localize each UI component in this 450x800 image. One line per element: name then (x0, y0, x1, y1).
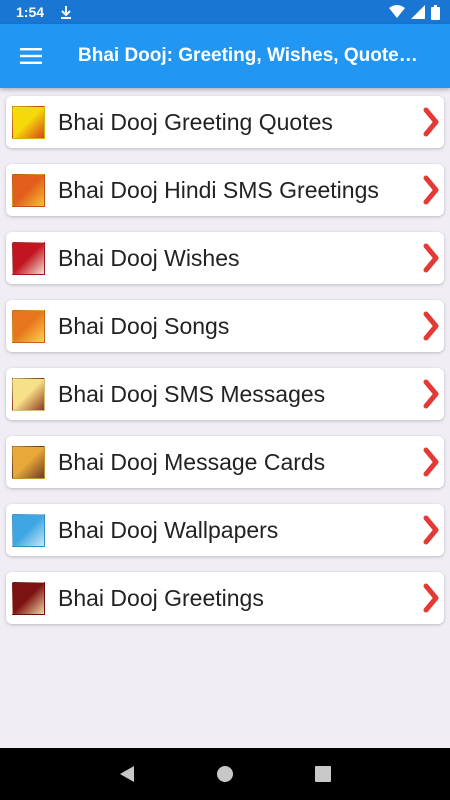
category-label: Bhai Dooj Message Cards (58, 448, 326, 475)
status-icons (389, 4, 440, 20)
chevron-right-icon[interactable] (422, 243, 440, 273)
category-item-message-cards[interactable]: Bhai Dooj Message Cards (6, 436, 444, 488)
download-icon (61, 6, 72, 19)
category-item-songs[interactable]: Bhai Dooj Songs (6, 300, 444, 352)
chevron-right-icon[interactable] (422, 447, 440, 477)
category-item-hindi-sms-greetings[interactable]: Bhai Dooj Hindi SMS Greetings (6, 164, 444, 216)
system-nav-bar (0, 748, 450, 800)
back-icon (120, 766, 134, 782)
category-label: Bhai Dooj Greetings (58, 584, 264, 611)
category-label: Bhai Dooj Greeting Quotes (58, 108, 333, 135)
chevron-right-icon[interactable] (422, 379, 440, 409)
category-label: Bhai Dooj Songs (58, 312, 230, 339)
chevron-right-icon[interactable] (422, 583, 440, 613)
status-bar: 1:54 (0, 0, 450, 24)
recents-button[interactable] (303, 754, 343, 794)
battery-icon (431, 4, 440, 20)
menu-button[interactable] (0, 24, 62, 88)
category-item-greetings[interactable]: Bhai Dooj Greetings (6, 572, 444, 624)
chevron-right-icon[interactable] (422, 175, 440, 205)
home-icon (217, 766, 233, 782)
category-thumbnail (12, 513, 45, 547)
category-thumbnail (12, 241, 45, 275)
chevron-right-icon[interactable] (422, 107, 440, 137)
category-label: Bhai Dooj Wishes (58, 244, 240, 271)
category-item-wishes[interactable]: Bhai Dooj Wishes (6, 232, 444, 284)
back-button[interactable] (107, 754, 147, 794)
home-button[interactable] (205, 754, 245, 794)
category-label: Bhai Dooj Wallpapers (58, 516, 279, 543)
wifi-icon (389, 5, 405, 18)
category-thumbnail (12, 445, 45, 479)
chevron-right-icon[interactable] (422, 311, 440, 341)
recents-icon (315, 766, 331, 782)
category-item-greeting-quotes[interactable]: Bhai Dooj Greeting Quotes (6, 96, 444, 148)
category-thumbnail (12, 173, 45, 207)
chevron-right-icon[interactable] (422, 515, 440, 545)
category-item-sms-messages[interactable]: Bhai Dooj SMS Messages (6, 368, 444, 420)
category-thumbnail (12, 377, 45, 411)
category-thumbnail (12, 309, 45, 343)
category-label: Bhai Dooj SMS Messages (58, 380, 326, 407)
category-thumbnail (12, 581, 45, 615)
app-title: Bhai Dooj: Greeting, Wishes, Quote… (78, 45, 418, 66)
category-list: Bhai Dooj Greeting Quotes Bhai Dooj Hind… (6, 96, 444, 640)
hamburger-menu-icon (20, 48, 42, 64)
app-bar: Bhai Dooj: Greeting, Wishes, Quote… (0, 24, 450, 88)
category-label: Bhai Dooj Hindi SMS Greetings (58, 176, 379, 203)
status-time: 1:54 (16, 4, 45, 20)
cell-signal-icon (411, 5, 425, 19)
category-item-wallpapers[interactable]: Bhai Dooj Wallpapers (6, 504, 444, 556)
category-thumbnail (12, 105, 45, 139)
